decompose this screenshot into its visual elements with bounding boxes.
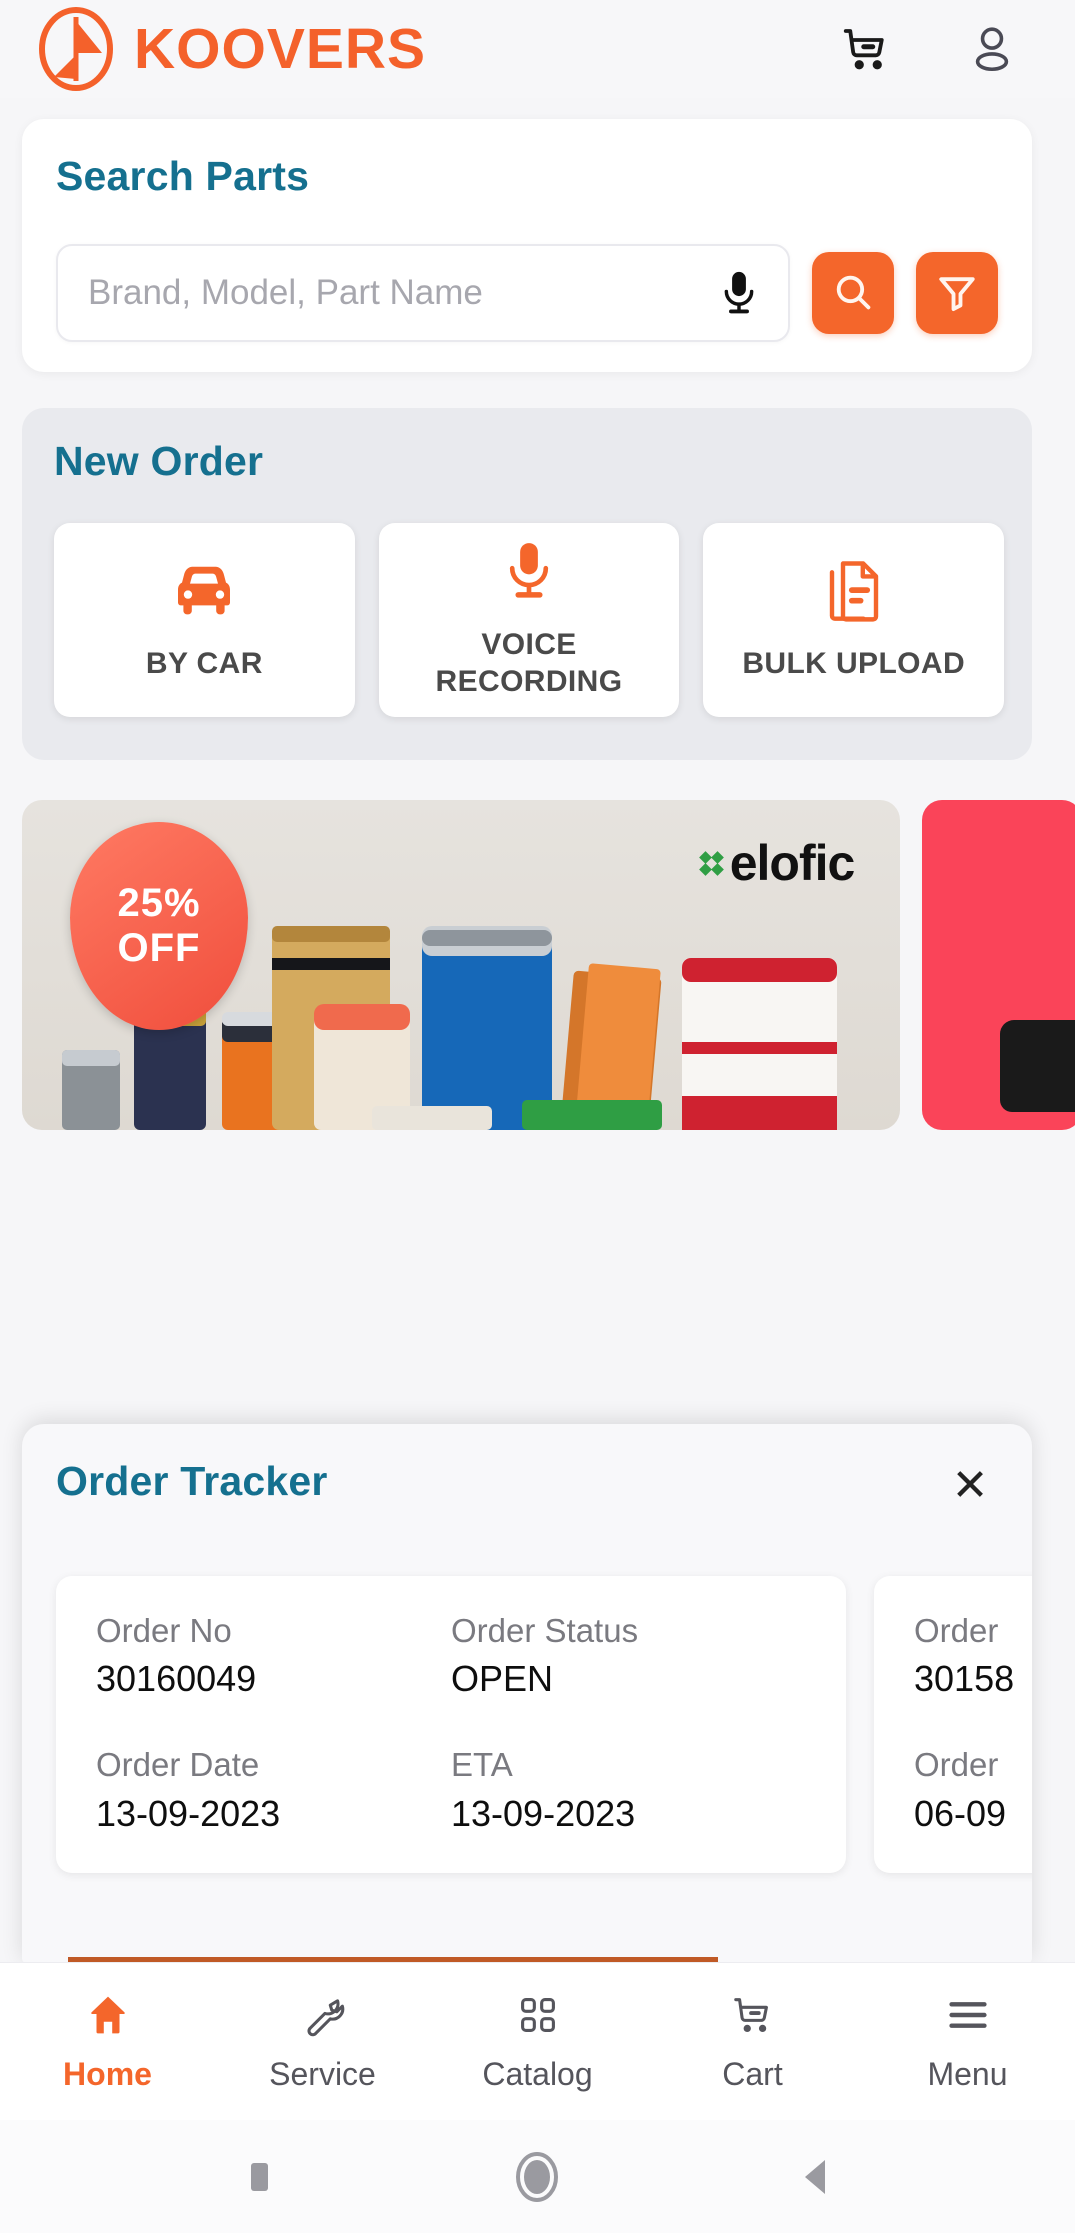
nav-label: Home	[63, 2056, 152, 2092]
order-card[interactable]: Order 30158 Order 06-09	[874, 1576, 1032, 1873]
close-icon[interactable]: ✕	[942, 1458, 998, 1514]
search-button[interactable]	[812, 252, 894, 334]
car-icon	[166, 558, 242, 624]
eta-field: ETA 13-09-2023	[451, 1744, 806, 1834]
order-no-label: Order	[914, 1612, 999, 1649]
tile-by-car[interactable]: BY CAR	[54, 523, 355, 717]
triangle-back-icon[interactable]	[781, 2142, 851, 2212]
eta-value: 13-09-2023	[451, 1792, 636, 1834]
promo-banner-carousel[interactable]: 25% OFF elofic	[22, 800, 1075, 1130]
order-date-value: 06-09	[914, 1792, 1007, 1834]
nav-item-service[interactable]: Service	[215, 1990, 430, 2093]
new-order-card: New Order BY CAR VOICE RECORDING BULK UP…	[22, 408, 1032, 760]
order-cards-scroller[interactable]: Order No 30160049 Order Status OPEN Orde…	[56, 1576, 1032, 1873]
order-date-label: Order Date	[96, 1746, 260, 1784]
nav-label: Menu	[927, 2056, 1008, 2092]
nav-item-menu[interactable]: Menu	[860, 1990, 1075, 2093]
microphone-icon[interactable]	[716, 267, 762, 319]
circle-home-icon[interactable]	[502, 2142, 572, 2212]
new-order-tiles: BY CAR VOICE RECORDING BULK UPLOAD	[54, 523, 1005, 717]
tile-voice-recording[interactable]: VOICE RECORDING	[378, 523, 680, 717]
nav-label: Cart	[722, 2056, 783, 2092]
order-tracker-sheet: Order Tracker ✕ Order No 30160049 Order …	[22, 1424, 1032, 1964]
order-status-field: Order Status OPEN	[451, 1610, 806, 1700]
order-status-label: Order Status	[451, 1612, 639, 1649]
home-icon	[85, 1990, 131, 2040]
tile-label: BY CAR	[145, 646, 263, 680]
app-header: KOOVERS	[0, 0, 1075, 98]
search-input[interactable]	[88, 273, 716, 313]
cart-icon	[730, 1990, 776, 2040]
order-no-label: Order No	[96, 1612, 232, 1649]
nav-item-home[interactable]: Home	[0, 1990, 215, 2093]
order-tracker-header: Order Tracker ✕	[56, 1458, 998, 1514]
new-order-title: New Order	[54, 438, 264, 484]
order-card[interactable]: Order No 30160049 Order Status OPEN Orde…	[56, 1576, 846, 1873]
elofic-brand-logo: elofic	[698, 834, 856, 892]
brand-name: KOOVERS	[134, 16, 427, 81]
cart-icon[interactable]	[839, 22, 893, 76]
microphone-icon	[501, 539, 557, 605]
filter-funnel-icon	[935, 270, 979, 317]
order-no-field: Order 30158	[914, 1610, 1032, 1700]
nav-item-cart[interactable]: Cart	[645, 1990, 860, 2093]
grid-icon	[516, 1990, 560, 2040]
order-date-field: Order 06-09	[914, 1744, 1032, 1834]
order-row-bottom: Order 06-09	[914, 1744, 1032, 1834]
search-icon	[831, 270, 875, 317]
order-row-top: Order 30158	[914, 1610, 1032, 1700]
hamburger-menu-icon	[945, 1990, 991, 2040]
header-actions	[839, 22, 1041, 76]
koovers-circle-logo-icon	[34, 7, 118, 91]
nav-label: Service	[269, 2056, 376, 2092]
android-system-navigation-bar	[0, 2120, 1075, 2233]
brand-logo[interactable]: KOOVERS	[34, 7, 426, 91]
order-row-bottom: Order Date 13-09-2023 ETA 13-09-2023	[96, 1744, 806, 1834]
app-screen: KOOVERS Search Parts Brand, Model, Part …	[0, 0, 1075, 2233]
order-no-field: Order No 30160049	[96, 1610, 451, 1700]
bottom-navigation-bar: Home Service Catalog Cart Menu	[0, 1962, 1075, 2120]
document-upload-icon	[825, 558, 883, 624]
discount-suffix: OFF	[117, 926, 201, 970]
order-row-top: Order No 30160049 Order Status OPEN	[96, 1610, 806, 1700]
search-parts-title: Search Parts	[56, 153, 310, 199]
eta-label: ETA	[451, 1746, 513, 1784]
discount-percent: 25%	[117, 881, 201, 926]
search-input-wrapper[interactable]	[56, 244, 790, 342]
promo-banner-elofic[interactable]: 25% OFF elofic	[22, 800, 901, 1130]
order-date-field: Order Date 13-09-2023	[96, 1744, 451, 1834]
filter-button[interactable]	[916, 252, 998, 334]
order-date-value: 13-09-2023	[96, 1792, 281, 1834]
elofic-brand-text: elofic	[729, 835, 856, 891]
order-date-label: Order	[914, 1746, 999, 1784]
status-badge: OPEN	[451, 1658, 554, 1700]
tile-label: BULK UPLOAD	[742, 646, 966, 680]
tile-label: VOICE RECORDING	[435, 628, 623, 698]
order-tracker-title: Order Tracker	[56, 1458, 328, 1504]
elofic-dots-icon	[698, 850, 724, 876]
nav-label: Catalog	[482, 2056, 593, 2092]
tile-bulk-upload[interactable]: BULK UPLOAD	[703, 523, 1005, 717]
search-parts-card: Search Parts	[22, 119, 1032, 372]
order-no-value: 30160049	[96, 1658, 257, 1700]
promo-banner-secondary[interactable]	[922, 800, 1075, 1130]
wrench-icon	[300, 1990, 346, 2040]
profile-icon[interactable]	[965, 22, 1019, 76]
square-recents-icon[interactable]	[224, 2142, 294, 2212]
nav-item-catalog[interactable]: Catalog	[430, 1990, 645, 2093]
search-row	[56, 244, 998, 342]
order-no-value: 30158	[914, 1658, 1015, 1700]
